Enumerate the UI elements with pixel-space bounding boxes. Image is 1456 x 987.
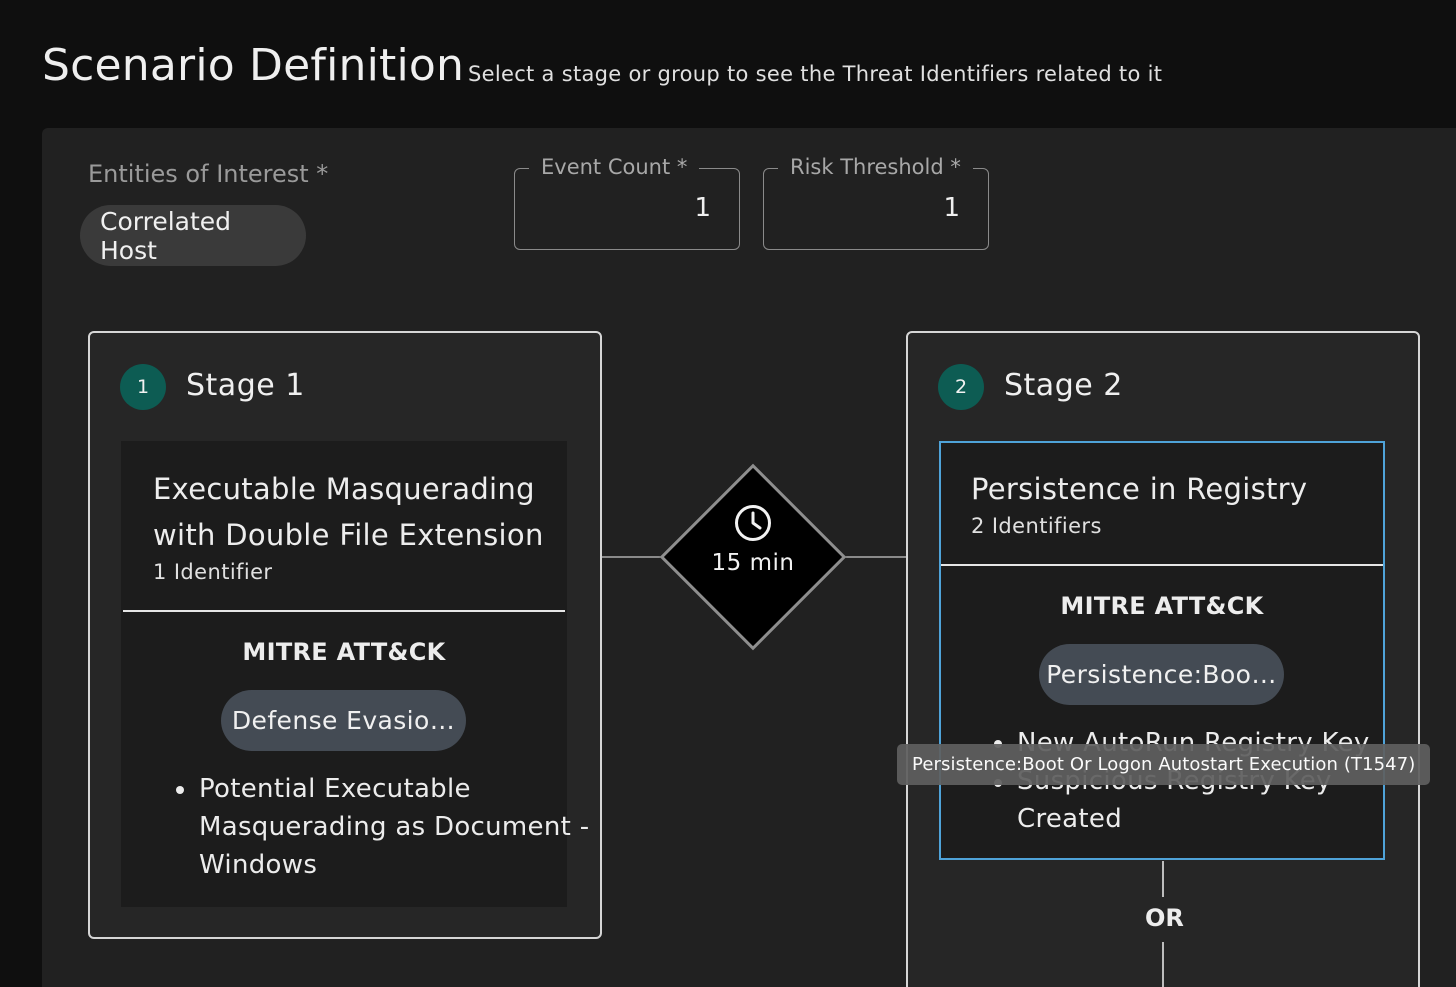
rule-item-line: Windows: [199, 850, 318, 880]
rule-item-line: Masquerading as Document -: [199, 812, 590, 842]
group-title-line: Executable Masquerading: [153, 472, 535, 506]
entities-of-interest-label: Entities of Interest *: [88, 160, 329, 188]
or-connector-line-bottom: [1162, 942, 1164, 987]
risk-threshold-field[interactable]: Risk Threshold * 1: [763, 155, 989, 250]
mitre-attack-heading: MITRE ATT&CK: [242, 638, 446, 666]
rule-item-line: Potential Executable: [199, 774, 471, 804]
group-identifier-count: 2 Identifiers: [971, 514, 1102, 538]
mitre-attack-heading: MITRE ATT&CK: [1060, 592, 1264, 620]
time-window-label: 15 min: [711, 550, 795, 576]
or-connector-line-top: [1162, 861, 1164, 897]
stage-2-title: Stage 2: [1004, 368, 1123, 403]
page-header: Scenario Definition Select a stage or gr…: [0, 0, 1456, 128]
tactic-tooltip: Persistence:Boot Or Logon Autostart Exec…: [897, 744, 1430, 785]
stage-1-title: Stage 1: [186, 368, 305, 403]
event-count-label: Event Count *: [529, 155, 700, 179]
group-title-line: with Double File Extension: [153, 518, 544, 552]
tactic-chip-defense-evasion[interactable]: Defense Evasio…: [221, 690, 466, 751]
event-count-input[interactable]: 1: [694, 193, 711, 223]
rule-item-line: Created: [1017, 804, 1122, 834]
risk-threshold-label: Risk Threshold *: [778, 155, 973, 179]
group-divider: [941, 564, 1383, 566]
clock-icon: [735, 505, 771, 541]
risk-threshold-input[interactable]: 1: [943, 193, 960, 223]
group-identifier-count: 1 Identifier: [153, 560, 273, 584]
group-divider: [123, 610, 565, 612]
rule-bullet: [176, 786, 184, 794]
page-title: Scenario Definition: [42, 40, 465, 91]
page-subtitle: Select a stage or group to see the Threa…: [468, 62, 1163, 86]
tactic-chip-persistence[interactable]: Persistence:Boo…: [1039, 644, 1284, 705]
stage-1-number-badge: 1: [120, 364, 166, 410]
event-count-field[interactable]: Event Count * 1: [514, 155, 740, 250]
group-title-line: Persistence in Registry: [971, 472, 1308, 506]
entity-chip-correlated-host[interactable]: Correlated Host: [80, 205, 306, 266]
stage-2-number-badge: 2: [938, 364, 984, 410]
or-operator-label: OR: [1145, 904, 1184, 932]
